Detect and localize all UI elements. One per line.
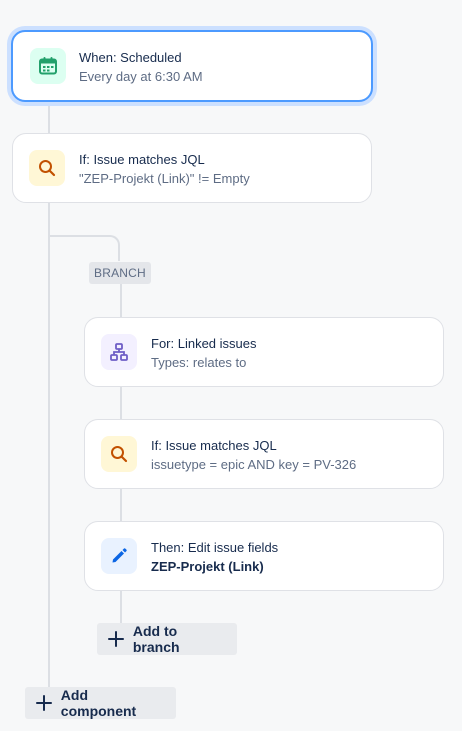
add-component-label: Add component (60, 687, 137, 719)
branch-action-card[interactable]: Then: Edit issue fields ZEP-Projekt (Lin… (84, 521, 444, 591)
plus-icon (35, 694, 53, 712)
search-icon (101, 436, 137, 472)
branch-condition-subtitle: issuetype = epic AND key = PV-326 (151, 457, 357, 472)
branch-action-subtitle: ZEP-Projekt (Link) (151, 559, 264, 574)
condition-title: If: Issue matches JQL (79, 152, 205, 167)
trigger-subtitle: Every day at 6:30 AM (79, 69, 203, 84)
add-component-button[interactable]: Add component (25, 687, 176, 719)
branch-connector-elbow (48, 235, 120, 261)
branch-for-title: For: Linked issues (151, 336, 257, 351)
branch-for-card[interactable]: For: Linked issues Types: relates to (84, 317, 444, 387)
add-to-branch-label: Add to branch (132, 623, 180, 655)
search-icon (29, 150, 65, 186)
branch-label: BRANCH (89, 262, 151, 284)
branch-action-title: Then: Edit issue fields (151, 540, 279, 555)
condition-card[interactable]: If: Issue matches JQL "ZEP-Projekt (Link… (12, 133, 372, 203)
hierarchy-icon (101, 334, 137, 370)
condition-subtitle: "ZEP-Projekt (Link)" != Empty (79, 171, 250, 186)
add-to-branch-button[interactable]: Add to branch (97, 623, 237, 655)
trigger-card[interactable]: When: Scheduled Every day at 6:30 AM (11, 30, 373, 102)
trigger-title: When: Scheduled (79, 50, 182, 65)
calendar-icon (30, 48, 66, 84)
branch-condition-card[interactable]: If: Issue matches JQL issuetype = epic A… (84, 419, 444, 489)
branch-condition-title: If: Issue matches JQL (151, 438, 277, 453)
branch-for-subtitle: Types: relates to (151, 355, 247, 370)
plus-icon (107, 630, 125, 648)
pencil-icon (101, 538, 137, 574)
